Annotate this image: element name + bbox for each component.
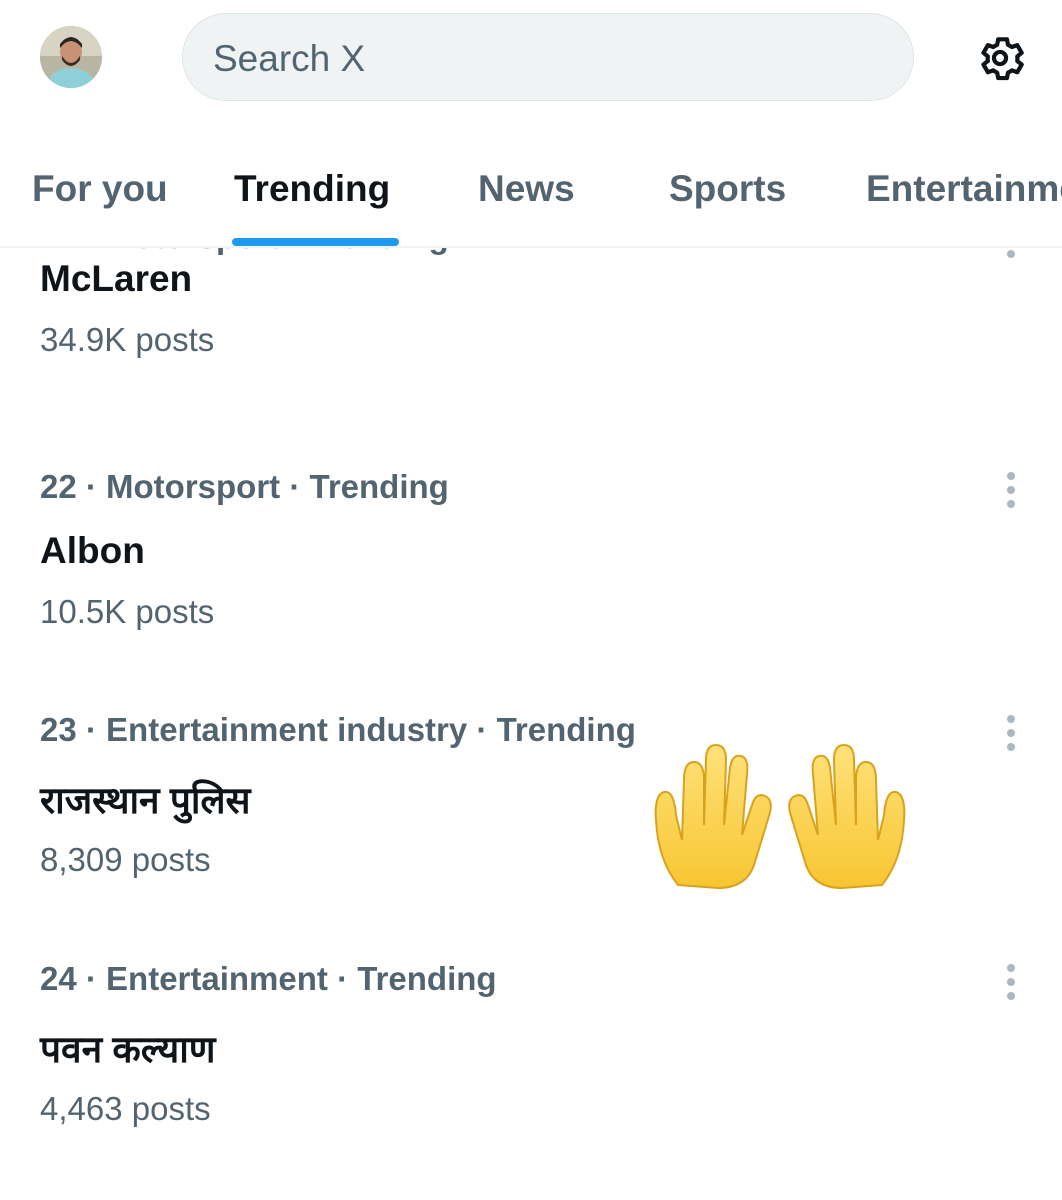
trend-item[interactable]: 24 · Entertainment · Trending पवन कल्याण… — [0, 960, 1062, 1160]
trend-title: पवन कल्याण — [40, 1029, 216, 1070]
tab-bar: For you Trending News Sports Entertainme… — [0, 140, 1062, 248]
trend-post-count: 4,463 posts — [40, 1090, 211, 1127]
more-options-icon[interactable] — [1000, 964, 1022, 1004]
trend-item[interactable]: 22 · Motorsport · Trending Albon 10.5K p… — [0, 468, 1062, 668]
more-options-icon[interactable] — [1000, 715, 1022, 755]
top-bar: Search X — [0, 0, 1062, 120]
tab-sports[interactable]: Sports — [669, 168, 786, 210]
trend-title: Albon — [40, 530, 145, 571]
trend-post-count: 10.5K posts — [40, 593, 215, 630]
trend-post-count: 34.9K posts — [40, 321, 215, 358]
tab-trending[interactable]: Trending — [234, 168, 390, 210]
raised-hands-icon — [648, 740, 912, 890]
search-input[interactable]: Search X — [182, 13, 914, 101]
gear-icon[interactable] — [972, 30, 1028, 86]
trend-meta: 23 · Entertainment industry · Trending — [40, 711, 636, 748]
trend-meta: 21 · Motorsport · Trending — [40, 248, 449, 256]
more-options-icon[interactable] — [1000, 472, 1022, 512]
trend-meta: 24 · Entertainment · Trending — [40, 960, 497, 997]
avatar-image — [40, 26, 102, 88]
trend-meta: 22 · Motorsport · Trending — [40, 468, 449, 505]
trend-list: 21 · Motorsport · Trending McLaren 34.9K… — [0, 248, 1062, 1200]
trend-title: McLaren — [40, 258, 193, 299]
tab-news[interactable]: News — [478, 168, 575, 210]
search-placeholder: Search X — [213, 38, 366, 79]
trend-title: राजस्थान पुलिस — [40, 780, 251, 821]
tab-for-you[interactable]: For you — [32, 168, 168, 210]
active-tab-indicator — [232, 238, 399, 246]
trend-post-count: 8,309 posts — [40, 841, 211, 878]
tab-entertainment[interactable]: Entertainment — [866, 168, 1062, 210]
trend-item[interactable]: 21 · Motorsport · Trending McLaren 34.9K… — [0, 248, 1062, 418]
profile-avatar[interactable] — [40, 26, 102, 88]
more-options-icon[interactable] — [1000, 248, 1022, 258]
